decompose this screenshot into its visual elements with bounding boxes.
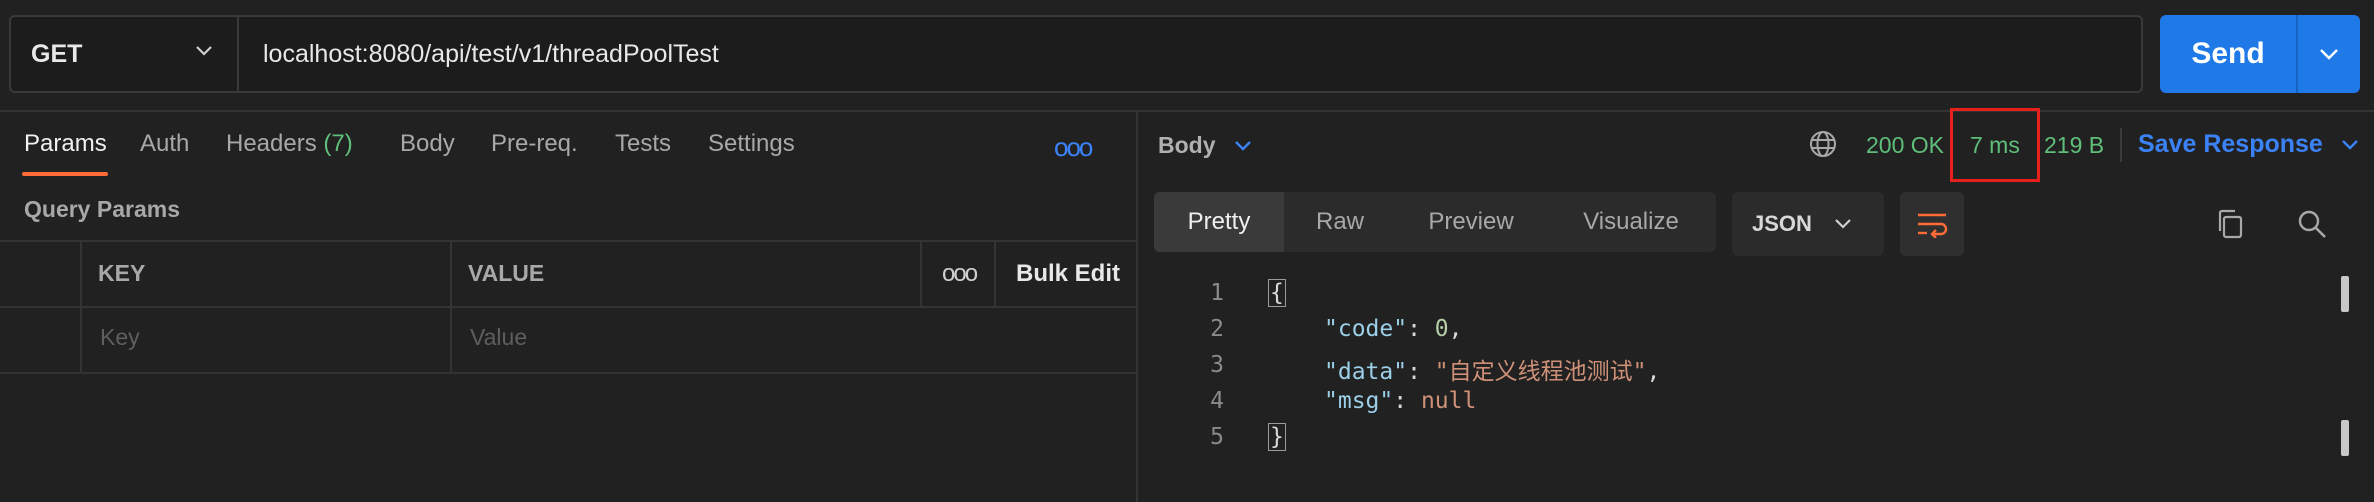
line-number: 2 [1210,316,1224,342]
bulk-edit-button[interactable]: Bulk Edit [1016,260,1120,288]
json-value: 0 [1434,316,1449,342]
line-number: 1 [1210,280,1224,306]
more-icon[interactable]: ooo [1054,132,1093,163]
code-line: } [1268,423,1286,451]
json-colon: : [1407,359,1435,385]
format-select[interactable]: JSON [1732,192,1884,256]
scrollbar-thumb[interactable] [2341,276,2349,312]
send-options-button[interactable] [2298,48,2360,60]
json-key: "msg" [1324,388,1394,414]
json-comma: , [1448,316,1463,342]
table-border [80,240,82,374]
tab-headers[interactable]: Headers (7) [226,130,353,158]
json-key: "code" [1324,316,1408,342]
json-value: null [1420,388,1477,414]
tab-tests[interactable]: Tests [615,130,671,158]
column-key: KEY [98,260,146,286]
wrap-lines-button[interactable] [1900,192,1964,256]
response-body-select[interactable]: Body [1158,132,1252,159]
response-code-view[interactable]: 1 2 3 4 5 { "code": 0, "data": "自定义线程池测试… [1138,276,2374,502]
tab-headers-label: Headers [226,130,317,157]
wrap-lines-icon [1918,213,1948,238]
chevron-down-icon [1835,219,1851,229]
url-box: GET localhost:8080/api/test/v1/threadPoo… [9,15,2143,93]
code-line: "msg": null [1324,388,1476,414]
table-border [450,240,452,374]
tab-visualize[interactable]: Visualize [1546,192,1716,252]
url-row: GET localhost:8080/api/test/v1/threadPoo… [0,0,2374,110]
json-key: "data" [1324,359,1408,385]
tab-pretty[interactable]: Pretty [1154,192,1284,252]
request-tabs: Params Auth Headers (7) Body Pre-req. Te… [0,112,1136,178]
send-button[interactable]: Send [2160,15,2360,93]
json-comma: , [1646,359,1661,385]
value-input[interactable]: Value [470,324,527,351]
tab-body[interactable]: Body [400,130,455,158]
query-params-title: Query Params [24,196,180,222]
scrollbar-thumb[interactable] [2341,420,2349,456]
json-colon: : [1407,316,1435,342]
divider [2120,128,2122,162]
tab-raw[interactable]: Raw [1284,192,1396,252]
table-border [994,240,996,306]
params-table: KEY VALUE ooo Bulk Edit Key Value [0,240,1136,374]
table-border [0,306,1136,308]
code-line: { [1268,279,1286,307]
tab-params[interactable]: Params [24,130,107,158]
headers-count: (7) [323,130,353,157]
status-code[interactable]: 200 OK [1866,132,1944,159]
globe-icon[interactable] [1808,129,1838,159]
method-label: GET [31,39,83,68]
column-value: VALUE [468,260,545,286]
code-line: "data": "自定义线程池测试", [1324,352,1660,386]
response-time[interactable]: 7 ms [1970,132,2020,159]
table-border [0,240,1136,242]
response-header: Body 200 OK 7 ms 219 B Save Response [1138,108,2374,182]
send-label: Send [2191,37,2265,70]
line-number: 5 [1210,424,1224,450]
column-options-icon[interactable]: ooo [942,260,978,288]
table-border [920,240,922,306]
tab-auth[interactable]: Auth [140,130,189,158]
response-view-tabs: Pretty Raw Preview Visualize [1154,192,1716,252]
format-label: JSON [1752,211,1812,236]
table-border [0,372,1136,374]
line-number: 4 [1210,388,1224,414]
line-number: 3 [1210,352,1224,378]
save-response-label: Save Response [2138,130,2323,158]
json-colon: : [1393,388,1421,414]
chevron-down-icon [2320,49,2338,60]
key-input[interactable]: Key [100,324,140,351]
code-line: "code": 0, [1324,316,1463,342]
json-open-brace: { [1268,279,1286,307]
save-response-button[interactable]: Save Response [2138,130,2359,159]
search-icon[interactable] [2296,208,2328,240]
response-size[interactable]: 219 B [2044,132,2104,159]
method-select[interactable]: GET [11,17,239,91]
tab-pre-request[interactable]: Pre-req. [491,130,578,158]
chevron-down-icon [196,46,212,56]
chevron-down-icon [2341,139,2358,150]
active-tab-indicator [22,172,108,176]
tab-preview[interactable]: Preview [1396,192,1546,252]
copy-icon[interactable] [2215,208,2245,240]
body-select-label: Body [1158,132,1216,158]
chevron-down-icon [1234,140,1251,151]
json-close-brace: } [1268,423,1286,451]
url-input[interactable]: localhost:8080/api/test/v1/threadPoolTes… [263,17,719,91]
json-value: "自定义线程池测试" [1434,359,1647,385]
tab-settings[interactable]: Settings [708,130,795,158]
